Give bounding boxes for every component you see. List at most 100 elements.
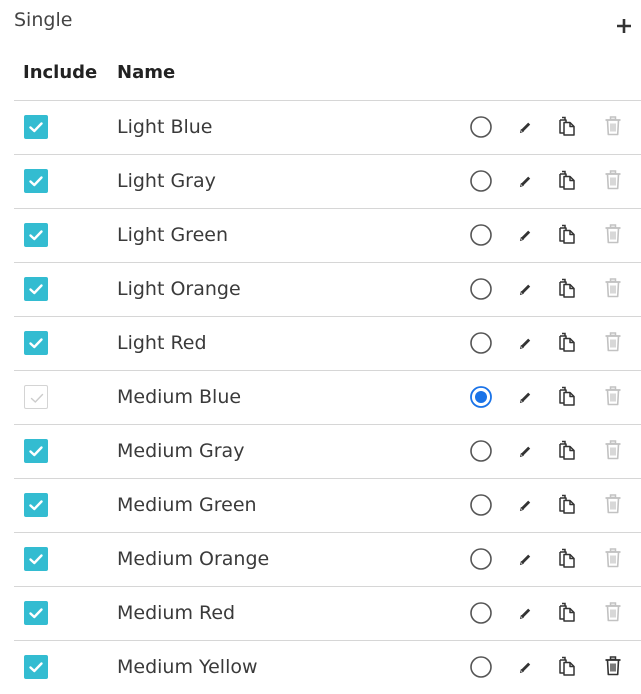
pencil-icon (519, 122, 531, 134)
include-checkbox[interactable] (24, 439, 48, 463)
edit-button[interactable] (512, 115, 536, 139)
default-radio[interactable] (469, 655, 493, 679)
edit-button[interactable] (512, 331, 536, 355)
checkmark-icon (29, 230, 43, 241)
include-checkbox[interactable] (24, 331, 48, 355)
trash-icon (605, 278, 621, 298)
checkmark-icon (29, 284, 43, 295)
trash-icon (605, 548, 621, 568)
table-row: Light Blue (14, 101, 641, 155)
delete-button (601, 222, 625, 246)
include-checkbox (24, 385, 48, 409)
copy-button[interactable] (555, 222, 579, 246)
copy-icon (559, 386, 575, 406)
copy-button[interactable] (555, 492, 579, 516)
add-button[interactable] (612, 14, 636, 38)
delete-button (601, 276, 625, 300)
trash-icon (605, 494, 621, 514)
edit-button[interactable] (512, 277, 536, 301)
checkmark-icon (29, 608, 43, 619)
pencil-icon (519, 608, 531, 620)
default-radio[interactable] (469, 547, 493, 571)
copy-button[interactable] (555, 276, 579, 300)
checkmark-icon (29, 122, 43, 133)
edit-button[interactable] (512, 655, 536, 679)
include-checkbox[interactable] (24, 493, 48, 517)
pencil-icon (519, 500, 531, 512)
radio-icon (470, 170, 492, 192)
trash-icon (605, 224, 621, 244)
copy-button[interactable] (555, 546, 579, 570)
radio-icon (470, 224, 492, 246)
table-row: Medium Yellow (14, 641, 641, 694)
palette-name: Medium Orange (117, 548, 270, 570)
include-column-header: Include (23, 62, 98, 83)
radio-icon (470, 440, 492, 462)
pencil-icon (519, 392, 531, 404)
trash-icon (605, 602, 621, 622)
copy-button[interactable] (555, 168, 579, 192)
trash-icon (605, 440, 621, 460)
edit-button[interactable] (512, 385, 536, 409)
delete-button (601, 330, 625, 354)
default-radio[interactable] (469, 493, 493, 517)
default-radio[interactable] (469, 601, 493, 625)
trash-icon (605, 332, 621, 352)
default-radio[interactable] (469, 385, 493, 409)
copy-icon (559, 602, 575, 622)
copy-icon (559, 332, 575, 352)
pencil-icon (519, 554, 531, 566)
default-radio[interactable] (469, 331, 493, 355)
copy-icon (559, 548, 575, 568)
name-column-header: Name (117, 62, 176, 83)
copy-button[interactable] (555, 330, 579, 354)
trash-icon (605, 656, 621, 676)
edit-button[interactable] (512, 439, 536, 463)
include-checkbox[interactable] (24, 601, 48, 625)
radio-icon (470, 494, 492, 516)
radio-icon (470, 278, 492, 300)
copy-icon (559, 494, 575, 514)
copy-icon (559, 440, 575, 460)
copy-button[interactable] (555, 600, 579, 624)
include-checkbox[interactable] (24, 223, 48, 247)
include-checkbox[interactable] (24, 655, 48, 679)
edit-button[interactable] (512, 601, 536, 625)
include-checkbox[interactable] (24, 547, 48, 571)
edit-button[interactable] (512, 169, 536, 193)
copy-button[interactable] (555, 114, 579, 138)
radio-icon (470, 116, 492, 138)
copy-icon (559, 170, 575, 190)
copy-button[interactable] (555, 384, 579, 408)
trash-icon (605, 386, 621, 406)
include-checkbox[interactable] (24, 277, 48, 301)
palette-list: Light Blue Light Gray Light Green Light Ora… (14, 101, 641, 694)
default-radio[interactable] (469, 115, 493, 139)
table-row: Light Red (14, 317, 641, 371)
default-radio[interactable] (469, 223, 493, 247)
palette-name: Light Red (117, 332, 207, 354)
include-checkbox[interactable] (24, 169, 48, 193)
table-row: Medium Orange (14, 533, 641, 587)
palette-name: Medium Red (117, 602, 236, 624)
checkmark-icon (29, 446, 43, 457)
default-radio[interactable] (469, 439, 493, 463)
copy-button[interactable] (555, 438, 579, 462)
include-checkbox[interactable] (24, 115, 48, 139)
pencil-icon (519, 284, 531, 296)
default-radio[interactable] (469, 169, 493, 193)
palette-name: Light Blue (117, 116, 213, 138)
palette-name: Medium Gray (117, 440, 245, 462)
delete-button[interactable] (601, 654, 625, 678)
delete-button (601, 546, 625, 570)
edit-button[interactable] (512, 547, 536, 571)
radio-icon (470, 386, 492, 408)
edit-button[interactable] (512, 493, 536, 517)
delete-button (601, 600, 625, 624)
checkmark-icon (30, 393, 44, 403)
palette-name: Medium Yellow (117, 656, 258, 678)
copy-button[interactable] (555, 654, 579, 678)
edit-button[interactable] (512, 223, 536, 247)
default-radio[interactable] (469, 277, 493, 301)
radio-icon (470, 548, 492, 570)
